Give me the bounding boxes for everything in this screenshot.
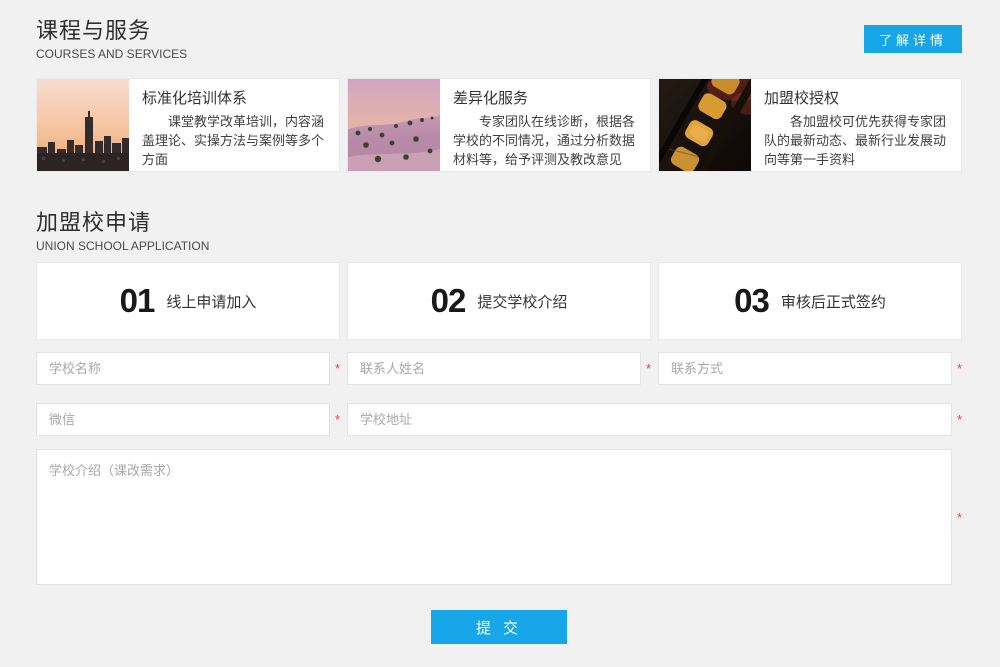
card-body: 差异化服务 专家团队在线诊断，根据各学校的不同情况，通过分析数据材料等，给予评测… <box>440 79 650 171</box>
step-label: 提交学校介绍 <box>477 291 567 312</box>
courses-title-block: 课程与服务 COURSES AND SERVICES <box>36 16 187 62</box>
contact-phone-field: * <box>658 352 962 385</box>
card-description: 课堂教学改革培训，内容涵盖理论、实操方法与案例等多个方面 <box>142 113 329 170</box>
contact-name-input[interactable] <box>347 352 641 385</box>
required-marker: * <box>641 362 651 375</box>
card-body: 标准化培训体系 课堂教学改革培训，内容涵盖理论、实操方法与案例等多个方面 <box>129 79 339 171</box>
required-marker: * <box>952 511 962 524</box>
card-description: 各加盟校可优先获得专家团队的最新动态、最新行业发展动向等第一手资料 <box>764 113 951 170</box>
application-section-header: 加盟校申请 UNION SCHOOL APPLICATION <box>36 208 962 254</box>
courses-subtitle: COURSES AND SERVICES <box>36 46 187 62</box>
card-franchise-authorization: 加盟校授权 各加盟校可优先获得专家团队的最新动态、最新行业发展动向等第一手资料 <box>658 78 962 172</box>
city-skyline-image <box>37 79 129 171</box>
submit-row: 提交 <box>36 610 962 644</box>
step-number: 02 <box>431 282 466 320</box>
school-intro-field: * <box>36 449 962 585</box>
school-address-input[interactable] <box>347 403 952 436</box>
application-steps: 01 线上申请加入 02 提交学校介绍 03 审核后正式签约 <box>36 262 962 340</box>
film-strip-image <box>659 79 751 171</box>
card-title: 标准化培训体系 <box>142 87 329 108</box>
required-marker: * <box>952 362 962 375</box>
step-number: 03 <box>734 282 769 320</box>
school-name-input[interactable] <box>36 352 330 385</box>
step-number: 01 <box>120 282 155 320</box>
desert-image <box>348 79 440 171</box>
step-1: 01 线上申请加入 <box>36 262 340 340</box>
application-form: * * * * * * 提交 <box>36 352 962 644</box>
required-marker: * <box>952 413 962 426</box>
application-subtitle: UNION SCHOOL APPLICATION <box>36 238 209 254</box>
courses-section-header: 课程与服务 COURSES AND SERVICES 了解详情 <box>36 16 962 62</box>
step-3: 03 审核后正式签约 <box>658 262 962 340</box>
card-title: 差异化服务 <box>453 87 640 108</box>
step-label: 审核后正式签约 <box>781 291 886 312</box>
school-name-field: * <box>36 352 340 385</box>
card-differentiated-service: 差异化服务 专家团队在线诊断，根据各学校的不同情况，通过分析数据材料等，给予评测… <box>347 78 651 172</box>
application-title: 加盟校申请 <box>36 208 209 238</box>
submit-button[interactable]: 提交 <box>431 610 567 644</box>
required-marker: * <box>330 413 340 426</box>
contact-phone-input[interactable] <box>658 352 952 385</box>
school-intro-textarea[interactable] <box>36 449 952 585</box>
card-description: 专家团队在线诊断，根据各学校的不同情况，通过分析数据材料等，给予评测及教改意见 <box>453 113 640 170</box>
page: 课程与服务 COURSES AND SERVICES 了解详情 <box>0 0 1000 644</box>
courses-title: 课程与服务 <box>36 16 187 46</box>
detail-button[interactable]: 了解详情 <box>864 25 962 53</box>
course-cards: 标准化培训体系 课堂教学改革培训，内容涵盖理论、实操方法与案例等多个方面 <box>36 78 962 172</box>
card-title: 加盟校授权 <box>764 87 951 108</box>
wechat-input[interactable] <box>36 403 330 436</box>
card-body: 加盟校授权 各加盟校可优先获得专家团队的最新动态、最新行业发展动向等第一手资料 <box>751 79 961 171</box>
form-row-1: * * * <box>36 352 962 385</box>
required-marker: * <box>330 362 340 375</box>
card-standardized-training: 标准化培训体系 课堂教学改革培训，内容涵盖理论、实操方法与案例等多个方面 <box>36 78 340 172</box>
form-row-2: * * <box>36 403 962 436</box>
wechat-field: * <box>36 403 340 436</box>
step-2: 02 提交学校介绍 <box>347 262 651 340</box>
school-address-field: * <box>347 403 962 436</box>
contact-name-field: * <box>347 352 651 385</box>
step-label: 线上申请加入 <box>166 291 256 312</box>
application-title-block: 加盟校申请 UNION SCHOOL APPLICATION <box>36 208 209 254</box>
